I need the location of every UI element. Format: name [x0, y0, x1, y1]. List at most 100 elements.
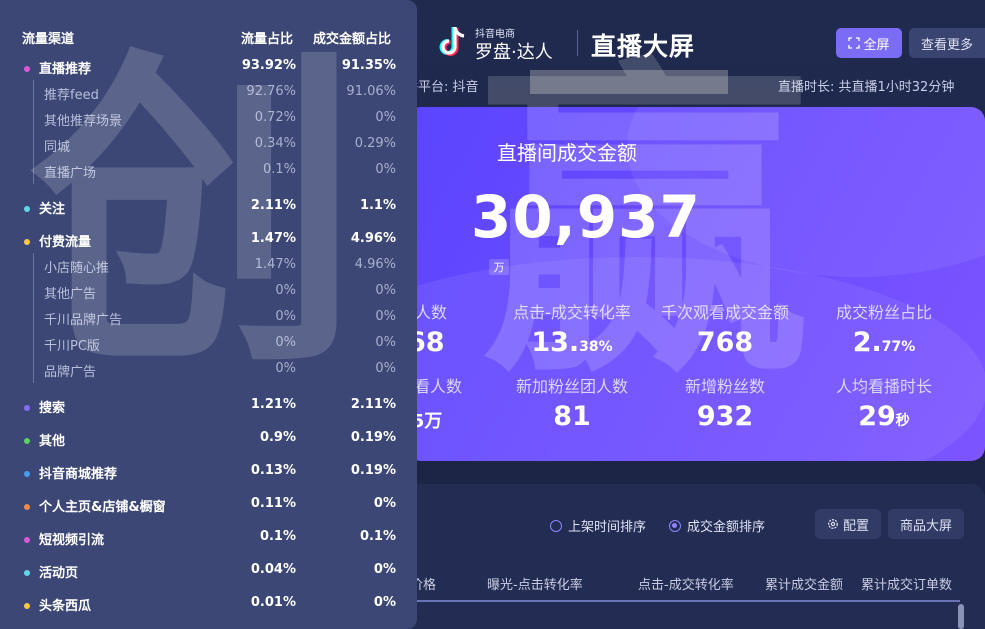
channel-name: 个人主页&店铺&橱窗	[39, 500, 166, 515]
sort-option-label: 成交金额排序	[687, 520, 766, 535]
channel-name: 推荐feed	[44, 88, 99, 103]
hero-value: 30,937	[471, 183, 701, 251]
traffic-share-value: 0%	[275, 309, 296, 324]
traffic-share-value: 0.9%	[259, 430, 296, 445]
fullscreen-icon	[848, 37, 861, 49]
gmv-share-value: 4.96%	[350, 231, 396, 246]
legend-dot-icon	[24, 239, 30, 245]
column-header-cumulative-orders: 累计成交订单数	[861, 578, 953, 593]
gmv-share-value: 4.96%	[354, 257, 396, 272]
legend-dot-icon	[24, 438, 30, 444]
traffic-subchannel-row: 推荐feed 92.76% 91.06%	[0, 84, 417, 110]
legend-dot-icon	[24, 537, 30, 543]
metric-label: 成交粉丝占比	[835, 303, 932, 322]
radio-selected-icon	[669, 519, 681, 532]
traffic-channel-row: 搜索 1.21% 2.11%	[0, 397, 417, 423]
traffic-channel-row: 头条西瓜 0.01% 0%	[0, 595, 417, 621]
gmv-share-value: 0%	[375, 309, 396, 324]
channel-name: 付费流量	[39, 235, 92, 250]
sort-by-gmv[interactable]: 成交金额排序	[669, 516, 765, 535]
douyin-logo-icon	[439, 27, 465, 56]
fullscreen-label: 全屏	[863, 37, 890, 53]
traffic-channel-row: 其他 0.9% 0.19%	[0, 430, 417, 456]
config-label: 配置	[842, 518, 869, 534]
channel-name: 关注	[39, 202, 66, 217]
traffic-share-value: 2.11%	[250, 198, 296, 213]
traffic-share-value: 0%	[275, 361, 296, 376]
column-header-channel: 流量渠道	[22, 32, 75, 47]
channel-name: 同城	[44, 140, 71, 155]
product-screen-button[interactable]: 商品大屏	[888, 509, 964, 539]
traffic-subchannel-row: 同城 0.34% 0.29%	[0, 136, 417, 162]
channel-name: 活动页	[39, 566, 79, 581]
channel-name: 其他推荐场景	[44, 114, 123, 129]
traffic-share-value: 0%	[275, 283, 296, 298]
metric-label: 千次观看成交金额	[660, 303, 789, 322]
channel-name: 千川PC版	[44, 339, 100, 354]
legend-dot-icon	[24, 603, 30, 609]
sort-by-listing-time[interactable]: 上架时间排序	[550, 516, 646, 535]
gmv-share-value: 91.06%	[346, 84, 396, 99]
page-title: 直播大屏	[591, 32, 696, 61]
traffic-subchannel-row: 品牌广告 0% 0%	[0, 361, 417, 387]
gmv-share-value: 0.19%	[350, 463, 396, 478]
channel-name: 直播广场	[44, 166, 97, 181]
metric-label: 人均看播时长	[835, 377, 932, 396]
gmv-share-value: 0.19%	[350, 430, 396, 445]
traffic-share-value: 0.1%	[259, 529, 296, 544]
traffic-source-panel: 流量渠道 流量占比 成交金额占比 直播推荐 93.92% 91.35% 推荐feed 9…	[0, 0, 417, 629]
gmv-share-value: 0%	[375, 283, 396, 298]
traffic-share-value: 1.47%	[254, 257, 296, 272]
metric-label: 新加粉丝团人数	[515, 377, 628, 396]
metric-value: 932	[696, 401, 754, 432]
traffic-subchannel-row: 其他推荐场景 0.72% 0%	[0, 110, 417, 136]
legend-dot-icon	[24, 504, 30, 510]
traffic-channel-row: 关注 2.11% 1.1%	[0, 198, 417, 224]
traffic-subchannel-row: 小店随心推 1.47% 4.96%	[0, 257, 417, 283]
traffic-share-value: 1.47%	[250, 231, 296, 246]
channel-name: 抖音商城推荐	[39, 467, 118, 482]
traffic-share-value: 0.11%	[250, 496, 296, 511]
column-header-traffic-share: 流量占比	[241, 32, 294, 47]
traffic-share-value: 0.04%	[250, 562, 296, 577]
traffic-channel-row: 个人主页&店铺&橱窗 0.11% 0%	[0, 496, 417, 522]
table-scrollbar[interactable]	[958, 604, 964, 629]
gear-icon	[828, 519, 838, 529]
traffic-subchannel-row: 千川品牌广告 0% 0%	[0, 309, 417, 335]
column-header-exposure-click-rate: 曝光-点击转化率	[487, 578, 583, 593]
metric-label: 点击-成交转化率	[513, 303, 631, 322]
channel-name: 其他	[39, 434, 66, 449]
traffic-subchannel-row: 直播广场 0.1% 0%	[0, 162, 417, 188]
metric-value: 2.77%	[852, 327, 916, 358]
traffic-share-value: 0.13%	[250, 463, 296, 478]
column-header-gmv-share: 成交金额占比	[313, 32, 392, 47]
gmv-share-value: 0%	[375, 162, 396, 177]
traffic-subchannel-row: 千川PC版 0% 0%	[0, 335, 417, 361]
channel-name: 小店随心推	[44, 261, 110, 276]
traffic-share-value: 0%	[275, 335, 296, 350]
fullscreen-button[interactable]: 全屏	[836, 28, 902, 58]
gmv-share-value: 91.35%	[341, 58, 396, 73]
gmv-share-value: 1.1%	[359, 198, 396, 213]
channel-name: 搜索	[39, 401, 66, 416]
gmv-share-value: 0.29%	[354, 136, 396, 151]
traffic-subchannel-row: 其他广告 0% 0%	[0, 283, 417, 309]
config-button[interactable]: 配置	[815, 509, 881, 539]
traffic-share-value: 1.21%	[250, 397, 296, 412]
gmv-share-value: 2.11%	[350, 397, 396, 412]
column-header-cumulative-gmv: 累计成交金额	[765, 578, 844, 593]
channel-name: 品牌广告	[44, 365, 97, 380]
legend-dot-icon	[24, 206, 30, 212]
legend-dot-icon	[24, 471, 30, 477]
channel-name: 千川品牌广告	[44, 313, 123, 328]
gmv-share-value: 0%	[373, 496, 396, 511]
logo-title: 罗盘·达人	[475, 42, 553, 63]
metric-value: 81	[553, 401, 591, 432]
view-more-button[interactable]: 查看更多	[909, 28, 985, 58]
product-table-card	[407, 484, 985, 629]
gmv-share-value: 0%	[375, 110, 396, 125]
channel-name: 直播推荐	[39, 62, 92, 77]
channel-name: 其他广告	[44, 287, 97, 302]
radio-icon	[550, 519, 562, 532]
channel-name: 短视频引流	[39, 533, 105, 548]
